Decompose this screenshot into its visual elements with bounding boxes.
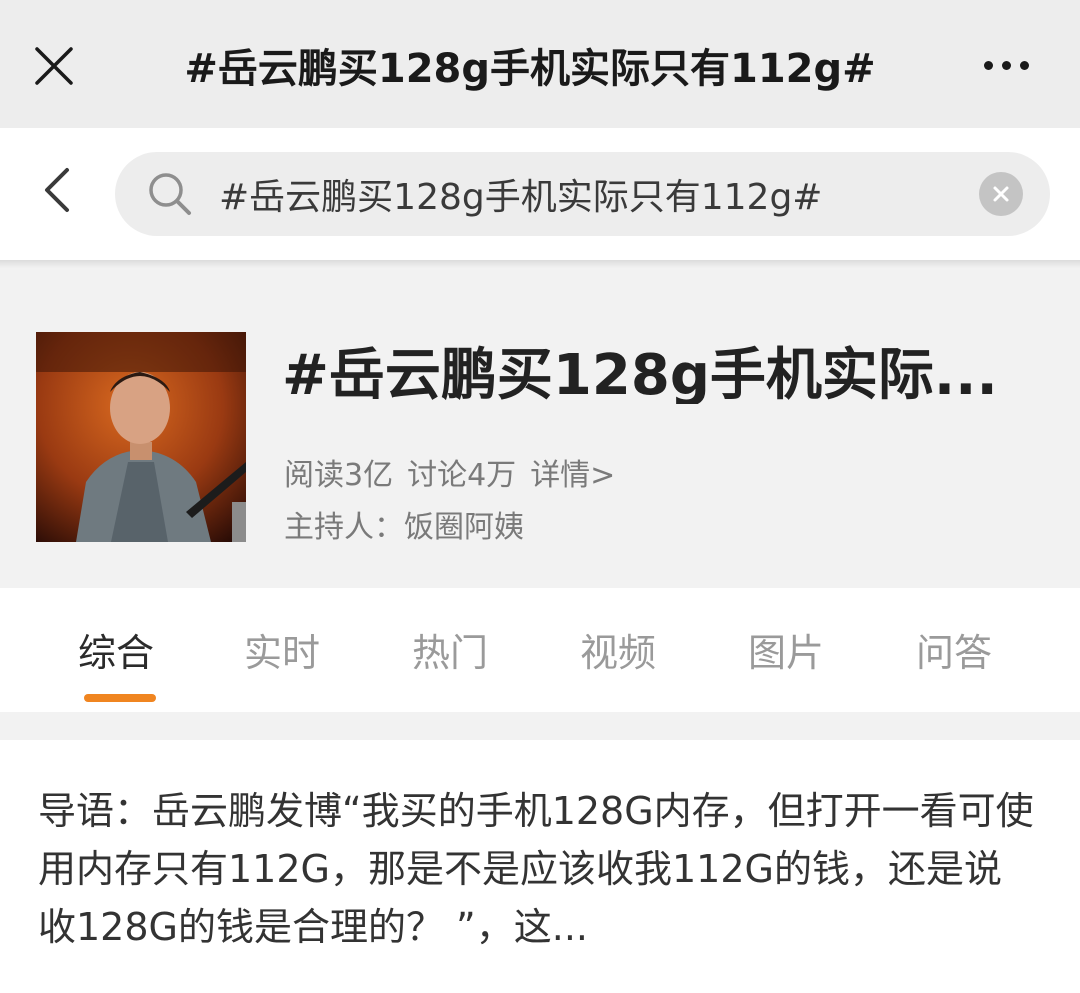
tab-qa[interactable]: 问答 bbox=[916, 622, 992, 682]
search-box[interactable]: #岳云鹏买128g手机实际只有112g# bbox=[115, 152, 1050, 236]
more-dot bbox=[1019, 60, 1029, 70]
section-divider bbox=[0, 712, 1080, 740]
header-shadow bbox=[0, 260, 1080, 268]
tab-bar: 综合 实时 热门 视频 图片 问答 bbox=[0, 588, 1080, 712]
tab-video[interactable]: 视频 bbox=[580, 622, 656, 682]
topic-header: #岳云鹏买128g手机实际... 阅读3亿 讨论4万 详情> 主持人：饭圈阿姨 bbox=[0, 260, 1080, 588]
more-button[interactable] bbox=[966, 40, 1046, 90]
details-link[interactable]: 详情> bbox=[530, 450, 615, 494]
topic-stats: 阅读3亿 讨论4万 详情> bbox=[284, 450, 615, 494]
close-button[interactable] bbox=[22, 36, 86, 96]
page-title: #岳云鹏买128g手机实际只有112g# bbox=[184, 46, 876, 92]
search-input[interactable]: #岳云鹏买128g手机实际只有112g# bbox=[219, 152, 960, 236]
search-row: #岳云鹏买128g手机实际只有112g# bbox=[0, 128, 1080, 260]
top-bar: #岳云鹏买128g手机实际只有112g# bbox=[0, 0, 1080, 128]
back-button[interactable] bbox=[30, 158, 84, 222]
more-dot bbox=[1001, 60, 1011, 70]
discussion-count: 讨论4万 bbox=[407, 458, 517, 493]
read-count: 阅读3亿 bbox=[284, 458, 394, 493]
search-icon bbox=[149, 173, 191, 215]
tab-images[interactable]: 图片 bbox=[748, 622, 824, 682]
clear-search-button[interactable] bbox=[979, 172, 1023, 216]
more-dots-icon bbox=[983, 60, 993, 70]
intro-paragraph[interactable]: 导语：岳云鹏发博“我买的手机128G内存，但打开一看可使用内存只有112G，那是… bbox=[38, 782, 1038, 956]
topic-photo bbox=[36, 332, 246, 542]
topic-avatar[interactable] bbox=[36, 332, 246, 542]
close-icon bbox=[35, 47, 73, 85]
tab-hot[interactable]: 热门 bbox=[412, 622, 488, 682]
topic-title: #岳云鹏买128g手机实际... bbox=[282, 343, 998, 404]
topic-host[interactable]: 主持人：饭圈阿姨 bbox=[284, 502, 524, 546]
active-tab-indicator bbox=[84, 694, 156, 702]
clear-circle-icon bbox=[993, 186, 1009, 202]
chevron-left-icon bbox=[45, 168, 69, 212]
tab-comprehensive[interactable]: 综合 bbox=[78, 622, 154, 682]
tab-realtime[interactable]: 实时 bbox=[244, 622, 320, 682]
